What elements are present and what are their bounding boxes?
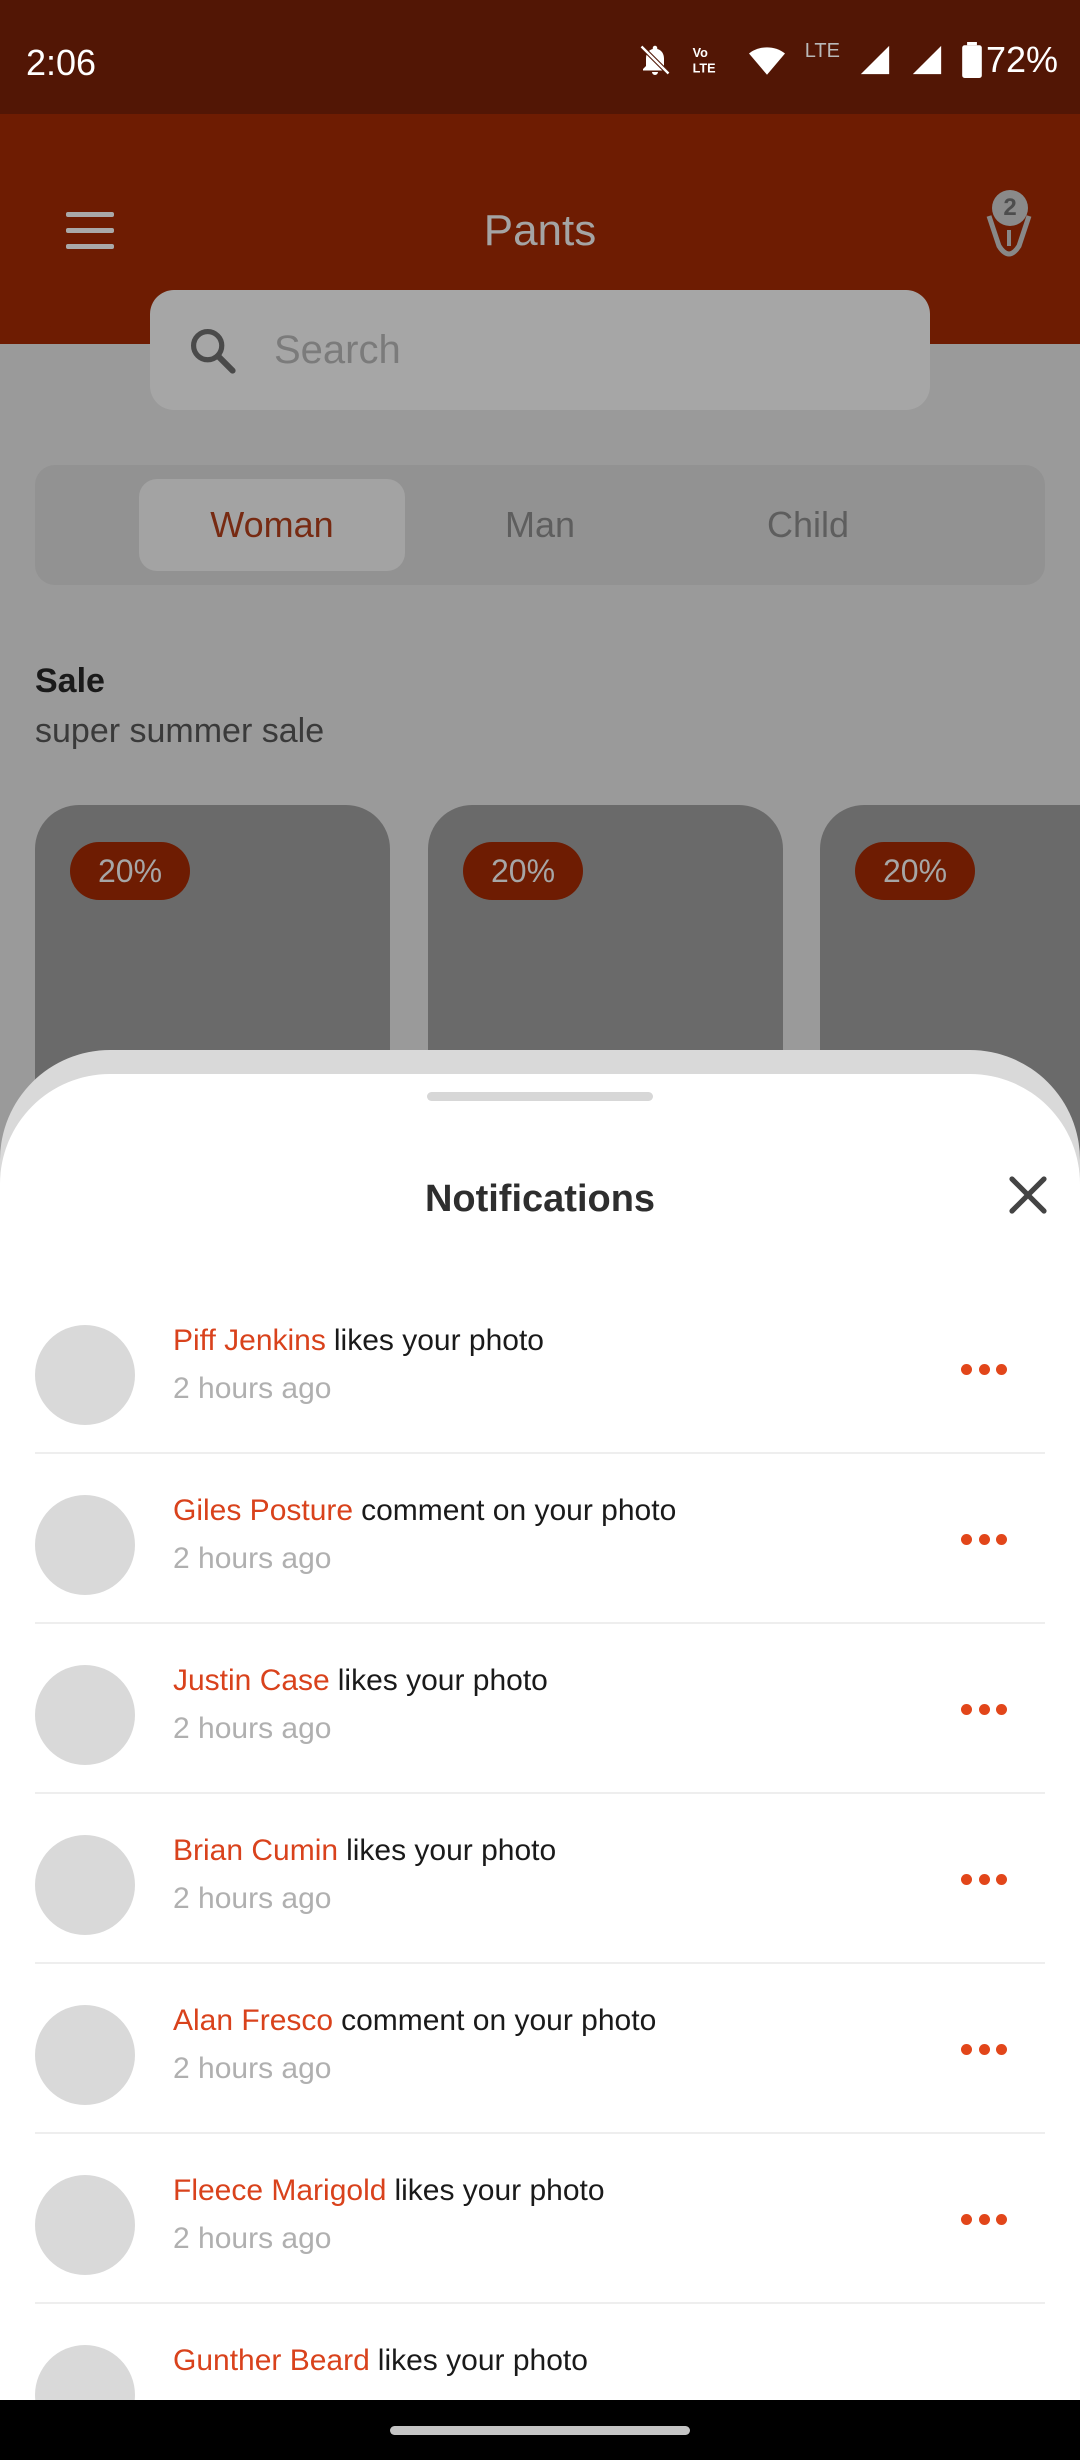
notification-item[interactable]: Giles Posture comment on your photo 2 hou… xyxy=(35,1454,1045,1624)
navigation-bar xyxy=(0,2400,1080,2460)
notification-time: 2 hours ago xyxy=(173,1882,332,1915)
more-options-icon[interactable] xyxy=(961,1864,1007,1894)
sale-subtitle: super summer sale xyxy=(35,712,325,750)
wifi-icon xyxy=(748,47,785,75)
notification-list: Piff Jenkins likes your photo 2 hours ago… xyxy=(0,1284,1080,2404)
signal-2-icon xyxy=(912,45,942,75)
category-segment: Woman Man Child xyxy=(35,465,1045,585)
tab-man[interactable]: Man xyxy=(407,479,673,571)
notification-item[interactable]: Justin Case likes your photo 2 hours ago xyxy=(35,1624,1045,1794)
svg-text:LTE: LTE xyxy=(692,62,715,76)
avatar xyxy=(35,1835,135,1935)
bell-off-icon xyxy=(639,44,670,76)
avatar xyxy=(35,2345,135,2404)
home-indicator[interactable] xyxy=(390,2426,690,2435)
more-options-icon[interactable] xyxy=(961,2204,1007,2234)
notification-time: 2 hours ago xyxy=(173,2222,332,2255)
notification-item[interactable]: Gunther Beard likes your photo xyxy=(35,2304,1045,2404)
notification-action: likes your photo xyxy=(394,2174,605,2207)
discount-badge: 20% xyxy=(463,842,583,900)
notification-user[interactable]: Piff Jenkins xyxy=(173,1324,326,1357)
more-options-icon[interactable] xyxy=(961,2034,1007,2064)
more-options-icon[interactable] xyxy=(961,1354,1007,1384)
signal-icon xyxy=(860,45,890,75)
more-options-icon[interactable] xyxy=(961,1524,1007,1554)
avatar xyxy=(35,1325,135,1425)
search-icon xyxy=(190,328,236,374)
notification-item[interactable]: Fleece Marigold likes your photo 2 hours … xyxy=(35,2134,1045,2304)
screen: 2:06 Vo LTE LTE 72% Pants 2 Woman Man Chi… xyxy=(0,0,1080,2460)
avatar xyxy=(35,1495,135,1595)
battery-percent: 72% xyxy=(985,39,1058,80)
notification-user[interactable]: Giles Posture xyxy=(173,1494,353,1527)
notification-user[interactable]: Brian Cumin xyxy=(173,1834,338,1867)
notification-item[interactable]: Piff Jenkins likes your photo 2 hours ago xyxy=(35,1284,1045,1454)
search-input[interactable] xyxy=(274,327,874,373)
cart-badge: 2 xyxy=(992,190,1028,226)
notification-item[interactable]: Alan Fresco comment on your photo 2 hours… xyxy=(35,1964,1045,2134)
notification-time: 2 hours ago xyxy=(173,1372,332,1405)
notification-action: likes your photo xyxy=(337,1664,548,1697)
discount-badge: 20% xyxy=(70,842,190,900)
more-options-icon[interactable] xyxy=(961,1694,1007,1724)
notification-action: comment on your photo xyxy=(361,1494,677,1527)
tab-child[interactable]: Child xyxy=(675,479,941,571)
svg-text:Vo: Vo xyxy=(692,46,708,60)
sale-title: Sale xyxy=(35,662,105,700)
avatar xyxy=(35,2005,135,2105)
sheet-title: Notifications xyxy=(424,1178,656,1220)
notification-action: likes your photo xyxy=(333,1324,544,1357)
notification-user[interactable]: Justin Case xyxy=(173,1664,330,1697)
status-time: 2:06 xyxy=(26,42,97,83)
notification-time: 2 hours ago xyxy=(173,2052,332,2085)
notification-time: 2 hours ago xyxy=(173,1542,332,1575)
avatar xyxy=(35,2175,135,2275)
notification-action: likes your photo xyxy=(377,2344,588,2377)
drag-handle[interactable] xyxy=(427,1092,653,1101)
tab-woman[interactable]: Woman xyxy=(139,479,405,571)
close-icon[interactable] xyxy=(1004,1171,1052,1219)
notification-user[interactable]: Gunther Beard xyxy=(173,2344,370,2377)
notification-time: 2 hours ago xyxy=(173,1712,332,1745)
status-bar: 2:06 Vo LTE LTE 72% xyxy=(0,0,1080,114)
discount-badge: 20% xyxy=(855,842,975,900)
notification-action: likes your photo xyxy=(346,1834,557,1867)
battery-icon xyxy=(962,42,982,78)
network-type: LTE xyxy=(804,39,840,62)
avatar xyxy=(35,1665,135,1765)
notifications-sheet: Notifications Piff Jenkins likes your pho… xyxy=(0,1074,1080,2404)
notification-user[interactable]: Fleece Marigold xyxy=(173,2174,386,2207)
notification-action: comment on your photo xyxy=(341,2004,657,2037)
page-title: Pants xyxy=(483,206,597,255)
notification-item[interactable]: Brian Cumin likes your photo 2 hours ago xyxy=(35,1794,1045,1964)
volte-icon: Vo LTE xyxy=(692,46,715,76)
notification-user[interactable]: Alan Fresco xyxy=(173,2004,333,2037)
search-box[interactable] xyxy=(150,290,930,410)
